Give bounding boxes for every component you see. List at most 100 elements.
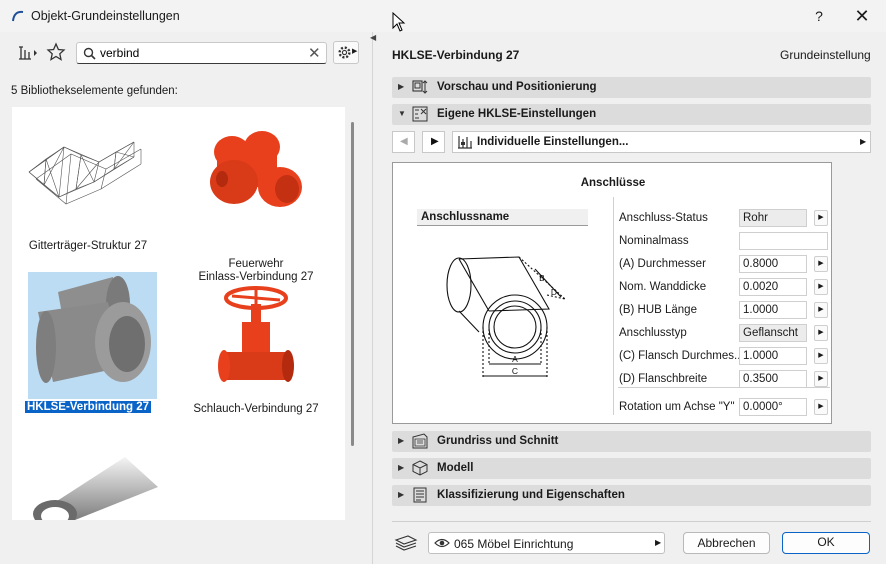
panel-divider[interactable] (372, 32, 373, 564)
chevron-right-icon: ▶ (860, 137, 867, 146)
param-value[interactable]: 0.0000° (739, 398, 807, 416)
param-label: Rotation um Achse "Y" (619, 401, 735, 413)
connections-title: Anschlüsse (580, 177, 646, 189)
section-label: Klassifizierung und Eigenschaften (437, 489, 625, 501)
hose-connection-thumbnail (218, 286, 294, 382)
chevron-right-icon[interactable]: ▶ (814, 302, 828, 318)
object-name: HKLSE-Verbindung 27 (392, 48, 520, 62)
param-connection-type: Anschlusstyp Geflanscht ▶ (618, 324, 830, 344)
lattice-structure-thumbnail (28, 141, 142, 205)
chevron-right-icon[interactable]: ▶ (814, 399, 828, 415)
section-label: Vorschau und Positionierung (437, 81, 597, 93)
dimension-a-label: A (512, 354, 518, 364)
fire-hydrant-connection-thumbnail (210, 131, 302, 207)
layer-dropdown[interactable]: 065 Möbel Einrichtung ▶ (428, 532, 665, 554)
preset-navigation: ◀ ▶ Individuelle Einstellungen... ▶ (392, 131, 871, 154)
dimension-d-label: D (551, 287, 557, 297)
search-input[interactable] (100, 45, 300, 61)
close-button[interactable]: ✕ (849, 5, 875, 27)
section-label: Eigene HKLSE-Einstellungen (437, 108, 597, 120)
chevron-right-icon[interactable]: ▶ (814, 256, 828, 272)
dimension-c-label: C (512, 366, 518, 376)
param-value[interactable]: 0.8000 (739, 255, 807, 273)
library-results-grid[interactable]: Gitterträger-Struktur 27 Feuerwehr Einla… (12, 107, 345, 520)
footer-divider (392, 521, 871, 522)
help-button[interactable]: ? (808, 5, 830, 27)
param-value[interactable]: 1.0000 (739, 301, 807, 319)
param-flange-diameter: (C) Flansch Durchmes... 1.0000 ▶ (618, 347, 830, 367)
pipe-thumbnail (33, 457, 158, 520)
ok-button[interactable]: OK (782, 532, 870, 554)
search-box[interactable]: ✕ (76, 42, 327, 64)
gear-icon (338, 46, 351, 59)
favorites-star-icon[interactable] (46, 42, 66, 62)
param-nominal-size: Nominalmass (618, 232, 830, 252)
connection-name-field[interactable]: Anschlussname (417, 209, 588, 226)
preset-dropdown[interactable]: Individuelle Einstellungen... ▶ (452, 131, 871, 153)
param-value[interactable]: Geflanscht (739, 324, 807, 342)
classification-list-icon (413, 487, 427, 503)
chevron-right-icon[interactable]: ▶ (814, 325, 828, 341)
search-settings-button[interactable]: ▶ (333, 41, 359, 64)
window-title: Objekt-Grundeinstellungen (31, 9, 180, 23)
param-connection-status: Anschluss-Status Rohr ▶ (618, 209, 830, 229)
param-label: (C) Flansch Durchmes... (619, 350, 744, 362)
model-cube-icon (412, 460, 428, 476)
collapse-panel-icon[interactable]: ◀ (370, 33, 376, 42)
library-item-selected[interactable] (28, 272, 157, 399)
param-diameter: (A) Durchmesser 0.8000 ▶ (618, 255, 830, 275)
chevron-right-icon: ▶ (398, 463, 405, 472)
section-preview[interactable]: ▶ Vorschau und Positionierung (392, 77, 871, 98)
chevron-right-icon: ▶ (352, 48, 358, 55)
section-label: Modell (437, 462, 474, 474)
library-item-label: Gitterträger-Struktur 27 (28, 240, 148, 252)
arrow-left-icon: ◀ (400, 136, 408, 147)
param-label: (B) HUB Länge (619, 304, 697, 316)
section-custom-settings[interactable]: ▼ Eigene HKLSE-Einstellungen (392, 104, 871, 125)
param-hub-length: (B) HUB Länge 1.0000 ▶ (618, 301, 830, 321)
param-value[interactable]: 0.0020 (739, 278, 807, 296)
preset-icon (458, 136, 472, 149)
custom-settings-icon (412, 106, 428, 122)
results-scrollbar[interactable] (351, 122, 354, 446)
library-item[interactable]: Feuerwehr Einlass-Verbindung 27 (192, 127, 320, 283)
section-floorplan[interactable]: ▶ Grundriss und Schnitt (392, 431, 871, 452)
chevron-right-icon: ▶ (398, 82, 405, 91)
hklse-connection-thumbnail (36, 276, 151, 383)
section-classification[interactable]: ▶ Klassifizierung und Eigenschaften (392, 485, 871, 506)
mode-label: Grundeinstellung (780, 48, 871, 62)
cancel-button[interactable]: Abbrechen (683, 532, 770, 554)
library-item[interactable]: Schlauch-Verbindung 27 (192, 282, 320, 415)
section-model[interactable]: ▶ Modell (392, 458, 871, 479)
clear-search-icon[interactable]: ✕ (308, 44, 321, 62)
preview-positioning-icon (412, 80, 428, 94)
previous-button[interactable]: ◀ (392, 131, 415, 153)
param-value[interactable] (739, 232, 828, 250)
param-value[interactable]: 0.3500 (739, 370, 807, 388)
library-item-label: HKLSE-Verbindung 27 (24, 401, 152, 413)
library-item[interactable]: Gitterträger-Struktur 27 (24, 127, 152, 257)
param-value[interactable]: Rohr (739, 209, 807, 227)
library-item[interactable] (30, 452, 158, 520)
app-logo-icon (12, 10, 24, 22)
chevron-right-icon[interactable]: ▶ (814, 210, 828, 226)
chevron-right-icon[interactable]: ▶ (814, 348, 828, 364)
next-button[interactable]: ▶ (422, 131, 445, 153)
chevron-right-icon[interactable]: ▶ (814, 279, 828, 295)
mouse-cursor-icon (392, 12, 406, 32)
eye-icon (434, 538, 450, 548)
chevron-right-icon[interactable]: ▶ (814, 371, 828, 387)
chevron-right-icon: ▶ (655, 538, 662, 547)
library-browser-button[interactable] (16, 44, 40, 62)
rotation-divider (618, 387, 830, 388)
layer-label: 065 Möbel Einrichtung (454, 537, 574, 551)
title-bar: Objekt-Grundeinstellungen ? ✕ (0, 0, 886, 32)
param-rotation-y: Rotation um Achse "Y" 0.0000° ▶ (618, 398, 830, 418)
param-label: Anschluss-Status (619, 212, 708, 224)
param-label: (D) Flanschbreite (619, 373, 708, 385)
preset-label: Individuelle Einstellungen... (477, 136, 629, 148)
connections-divider (613, 197, 614, 415)
results-count-label: 5 Bibliothekselemente gefunden: (11, 85, 178, 97)
param-label: Nom. Wanddicke (619, 281, 707, 293)
param-value[interactable]: 1.0000 (739, 347, 807, 365)
